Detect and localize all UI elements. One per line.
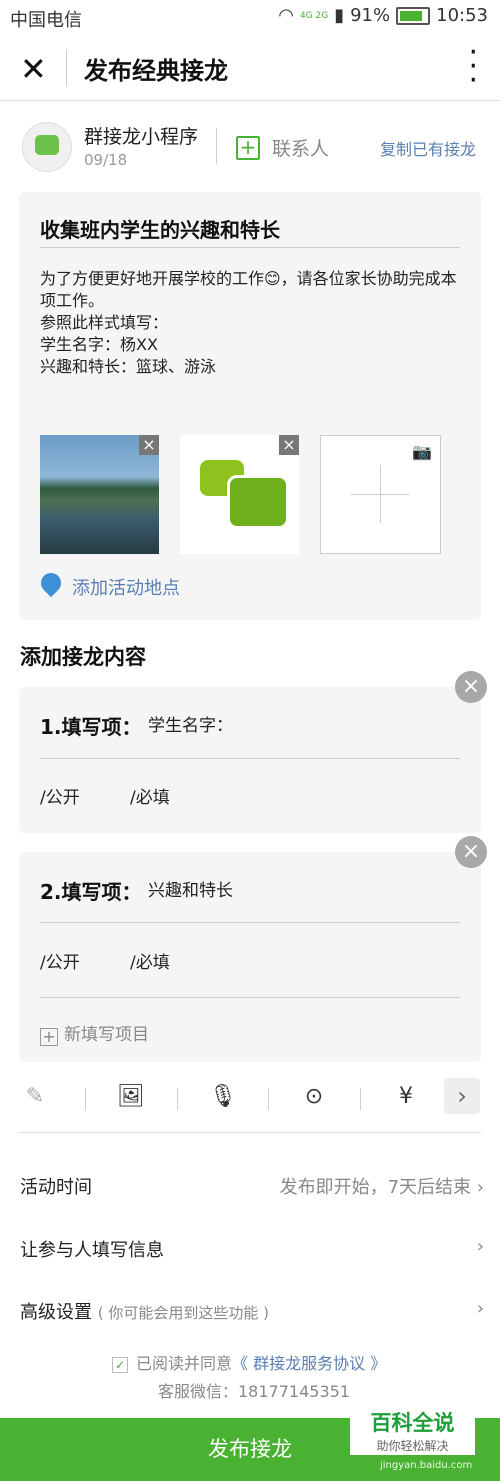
time-label: 10:53: [436, 5, 488, 26]
activity-time-text: 发布即开始，7天后结束: [279, 1177, 472, 1198]
agreement-row[interactable]: ✓ 已阅读并同意《 群接龙服务协议 》: [112, 1350, 386, 1374]
toolbar-divider: [19, 1132, 481, 1133]
publisher-date: 09/18: [84, 151, 128, 169]
plus-icon-v: [380, 465, 381, 523]
publisher-divider: [216, 128, 217, 164]
copy-existing-link[interactable]: 复制已有接龙: [380, 136, 476, 160]
wechat-bubble-large: [227, 475, 289, 529]
field-divider-1: [40, 758, 460, 759]
publisher-name: 群接龙小程序: [84, 126, 199, 148]
content-section-title: 添加接龙内容: [20, 645, 146, 669]
field-label-1: 1.填写项：: [40, 715, 142, 739]
mini-program-logo: [35, 135, 59, 155]
carrier-label: 中国电信: [10, 10, 82, 31]
yuan-icon[interactable]: ¥: [391, 1084, 421, 1109]
photo-thumbnail-wechat[interactable]: ×: [180, 435, 299, 554]
field-divider-2: [40, 922, 460, 923]
header-bar: ✕ 发布经典接龙 · · ·: [0, 36, 500, 101]
avatar: [22, 122, 72, 172]
intro-divider: [40, 247, 460, 248]
toolbar-separator: [360, 1088, 361, 1110]
status-right: ◠ 4G 2G ▮ 91% 10:53: [278, 5, 488, 26]
activity-time-label: 活动时间: [20, 1177, 92, 1198]
intro-description[interactable]: 为了方便更好地开展学校的工作😊，请各位家长协助完成本项工作。 参照此样式填写： …: [40, 268, 460, 378]
toolbar-separator: [268, 1088, 269, 1110]
chevron-right-icon: ›: [476, 1236, 484, 1257]
add-contact-icon[interactable]: +: [236, 136, 260, 160]
field-divider-3: [40, 997, 460, 998]
advanced-settings-hint: ( 你可能会用到这些功能 ): [97, 1304, 269, 1322]
insert-toolbar: ✎ 🖼 🎙 ⊙ ¥ ›: [0, 1076, 500, 1120]
toolbar-separator: [85, 1088, 86, 1110]
remove-photo-icon[interactable]: ×: [279, 435, 299, 455]
location-icon[interactable]: ⊙: [299, 1084, 329, 1109]
new-field-button[interactable]: + 新填写项目: [40, 1020, 149, 1046]
participant-info-row[interactable]: 让参与人填写信息 ›: [20, 1236, 484, 1262]
required-toggle-1[interactable]: /必填: [130, 783, 170, 808]
plus-icon: +: [40, 1028, 58, 1046]
battery-icon: [396, 6, 431, 25]
chevron-right-icon: ›: [476, 1298, 484, 1319]
required-toggle-2[interactable]: /必填: [130, 948, 170, 973]
chevron-right-icon: ›: [476, 1177, 484, 1198]
field-card-2: 2.填写项： 兴趣和特长 /公开 /必填 + 新填写项目: [19, 852, 481, 1062]
battery-text: 91%: [350, 5, 391, 26]
intro-card: 收集班内学生的兴趣和特长 为了方便更好地开展学校的工作😊，请各位家长协助完成本项…: [19, 192, 481, 620]
intro-title[interactable]: 收集班内学生的兴趣和特长: [40, 214, 280, 243]
public-toggle-1[interactable]: /公开: [40, 783, 80, 808]
activity-time-value: 发布即开始，7天后结束 ›: [280, 1173, 484, 1199]
signal-icon: ▮: [334, 5, 345, 26]
image-icon[interactable]: 🖼: [116, 1084, 146, 1109]
watermark-brand: 百科全说: [370, 1411, 455, 1435]
delete-field-icon[interactable]: ×: [455, 836, 487, 868]
field-card-1: 1.填写项： 学生名字： /公开 /必填: [19, 687, 481, 833]
photo-thumbnail-lake[interactable]: ×: [40, 435, 159, 554]
close-icon[interactable]: ✕: [20, 50, 47, 88]
activity-time-row[interactable]: 活动时间 发布即开始，7天后结束 ›: [20, 1173, 484, 1199]
watermark-logo: 百科全说 助你轻松解决: [350, 1405, 475, 1455]
watermark-url: jingyan.baidu.com: [380, 1460, 473, 1471]
header-divider: [66, 50, 67, 86]
toolbar-separator: [177, 1088, 178, 1110]
camera-icon: 📷: [412, 442, 432, 461]
participant-info-label: 让参与人填写信息: [20, 1240, 164, 1261]
remove-photo-icon[interactable]: ×: [139, 435, 159, 455]
signal-label: 4G 2G: [299, 10, 329, 21]
field-label-2: 2.填写项：: [40, 880, 142, 904]
microphone-icon[interactable]: 🎙: [208, 1084, 238, 1109]
location-pin-icon: [36, 568, 66, 598]
field-value-1[interactable]: 学生名字：: [148, 711, 233, 736]
customer-service-text: 客服微信：18177145351: [158, 1382, 350, 1401]
chevron-right-icon[interactable]: ›: [444, 1078, 480, 1114]
agreement-link[interactable]: 《 群接龙服务协议 》: [232, 1354, 386, 1373]
advanced-settings-row[interactable]: 高级设置 ( 你可能会用到这些功能 ) ›: [20, 1298, 484, 1324]
new-field-label: 新填写项目: [64, 1025, 149, 1045]
delete-field-icon[interactable]: ×: [455, 671, 487, 703]
add-photo-button[interactable]: 📷: [320, 435, 441, 554]
checkbox-icon[interactable]: ✓: [112, 1357, 128, 1373]
public-toggle-2[interactable]: /公开: [40, 948, 80, 973]
contact-button[interactable]: 联系人: [272, 134, 329, 161]
wifi-icon: ◠: [278, 5, 294, 26]
advanced-settings-label: 高级设置: [20, 1302, 92, 1323]
agreement-prefix: 已阅读并同意: [136, 1354, 233, 1373]
more-icon[interactable]: · · ·: [468, 38, 478, 96]
edit-icon[interactable]: ✎: [20, 1084, 50, 1109]
field-value-2[interactable]: 兴趣和特长: [148, 876, 233, 901]
status-bar: 中国电信 ◠ 4G 2G ▮ 91% 10:53: [0, 0, 500, 36]
page-title: 发布经典接龙: [84, 57, 228, 85]
add-location-link[interactable]: 添加活动地点: [72, 574, 180, 600]
watermark-slogan: 助你轻松解决: [376, 1439, 449, 1453]
